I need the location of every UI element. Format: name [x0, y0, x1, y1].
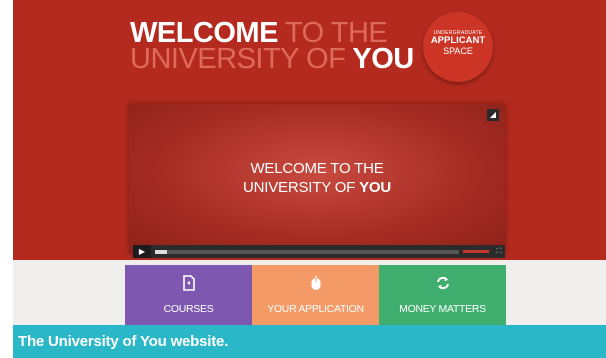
play-icon[interactable]: ▶: [133, 245, 151, 258]
figure-caption: The University of You website.: [13, 325, 606, 358]
share-icon[interactable]: ◢: [487, 109, 499, 121]
video-title-line-2: UNIVERSITY OF: [242, 179, 356, 196]
headline-university-of: UNIVERSITY OF: [130, 43, 346, 75]
badge-line-3: SPACE: [443, 46, 473, 56]
volume-slider[interactable]: [463, 250, 489, 253]
website-screenshot: WELCOME TO THE UNIVERSITY OF YOU UNDERGR…: [13, 0, 606, 325]
applicant-space-badge[interactable]: UNDERGRADUATE APPLICANT SPACE: [423, 12, 493, 82]
video-title-line-1: WELCOME TO THE: [250, 160, 384, 177]
video-controls: ▶ ⛶: [133, 245, 505, 258]
tile-your-application-label: YOUR APPLICATION: [267, 303, 364, 315]
document-icon: [125, 275, 252, 291]
page-headline: WELCOME TO THE UNIVERSITY OF YOU: [130, 19, 414, 75]
badge-line-2: APPLICANT: [430, 35, 486, 46]
headline-you: YOU: [345, 43, 414, 75]
fullscreen-icon[interactable]: ⛶: [493, 248, 505, 256]
video-title: WELCOME TO THE UNIVERSITY OF YOU: [129, 159, 505, 197]
tile-money-matters[interactable]: MONEY MATTERS: [379, 265, 506, 325]
tile-your-application[interactable]: YOUR APPLICATION: [252, 265, 379, 325]
caption-text: The University of You website.: [18, 333, 229, 350]
tile-money-matters-label: MONEY MATTERS: [399, 303, 486, 315]
video-player[interactable]: ◢ WELCOME TO THE UNIVERSITY OF YOU: [129, 104, 505, 254]
video-progress-fill: [155, 249, 168, 254]
nav-tiles: COURSES YOUR APPLICATION MONEY MATTERS: [125, 265, 506, 325]
hero-banner: WELCOME TO THE UNIVERSITY OF YOU UNDERGR…: [13, 0, 606, 260]
tile-courses-label: COURSES: [163, 303, 214, 315]
tile-courses[interactable]: COURSES: [125, 265, 252, 325]
video-title-bold: YOU: [359, 179, 392, 196]
refresh-icon: [379, 275, 506, 291]
video-progress-bar[interactable]: [155, 249, 459, 254]
mouse-icon: [252, 275, 379, 291]
